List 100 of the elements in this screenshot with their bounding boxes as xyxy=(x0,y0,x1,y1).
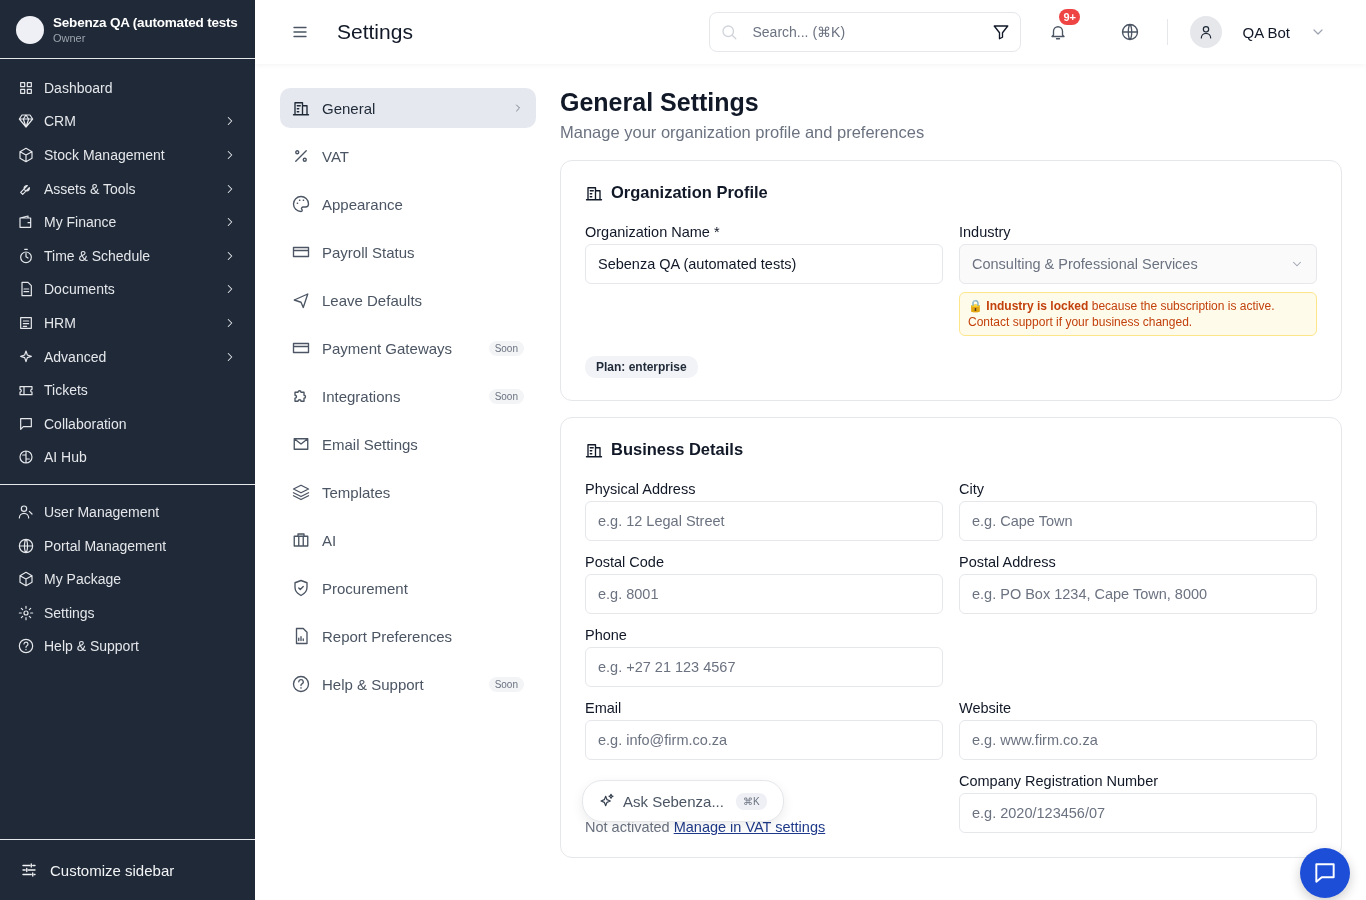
sidebar-item[interactable]: Stock Management xyxy=(12,138,243,172)
plan-badge: Plan: enterprise xyxy=(585,356,698,379)
package-icon xyxy=(18,147,34,163)
settings-nav-item[interactable]: Integrations Soon xyxy=(280,376,536,416)
globe-icon xyxy=(18,537,34,554)
chat-icon xyxy=(1312,860,1338,886)
help-icon xyxy=(18,638,34,655)
input-field[interactable]: e.g. 2020/123456/07 xyxy=(959,793,1317,834)
card-title: Organization Profile xyxy=(611,183,768,202)
sidebar-item[interactable]: CRM xyxy=(12,104,243,139)
field-label: Email xyxy=(585,700,623,717)
soon-badge: Soon xyxy=(488,676,524,692)
settings-nav-item[interactable]: VAT xyxy=(280,136,536,176)
organization-role: Owner xyxy=(53,32,87,44)
sidebar-item[interactable]: Collaboration xyxy=(12,406,243,441)
section-subtitle: Manage your organization profile and preferences xyxy=(560,123,926,142)
settings-nav-item[interactable]: AI xyxy=(280,520,536,560)
settings-nav-item[interactable]: Report Preferences xyxy=(280,616,536,656)
soon-badge: Soon xyxy=(488,340,524,356)
input-field[interactable]: e.g. Cape Town xyxy=(959,501,1317,542)
field-label: Website xyxy=(959,700,1013,717)
percent-icon xyxy=(292,147,310,165)
settings-nav-item[interactable]: Leave Defaults xyxy=(280,280,536,320)
customize-sidebar-button[interactable]: Customize sidebar xyxy=(0,839,255,900)
grid-icon xyxy=(18,79,34,96)
vat-status-text: Not activated Manage in VAT settings xyxy=(585,819,827,836)
user-avatar[interactable] xyxy=(1190,16,1223,48)
keyboard-shortcut: ⌘K xyxy=(735,792,767,810)
field-label: Postal Code xyxy=(585,554,665,571)
organization-name: Sebenza QA (automated tests xyxy=(53,15,238,30)
globe-icon[interactable] xyxy=(1121,23,1140,41)
field-label: City xyxy=(959,481,985,498)
input-field[interactable]: e.g. 12 Legal Street xyxy=(585,501,943,542)
sidebar-item[interactable]: HRM xyxy=(12,306,243,340)
palette-icon xyxy=(292,195,310,213)
avatar xyxy=(16,15,44,44)
sidebar-item[interactable]: AI Hub xyxy=(12,440,243,475)
sidebar-item[interactable]: Help & Support xyxy=(12,629,243,664)
search-icon xyxy=(720,23,739,41)
industry-select: Consulting & Professional Services xyxy=(959,244,1317,284)
document-icon xyxy=(18,281,34,298)
chat-button[interactable] xyxy=(1300,848,1350,898)
input-field[interactable]: e.g. info@firm.co.za xyxy=(585,720,943,761)
chat-icon xyxy=(18,415,34,432)
sidebar-item[interactable]: Settings xyxy=(12,595,243,630)
sparkle-icon xyxy=(599,793,615,809)
sidebar-item[interactable]: User Management xyxy=(12,495,243,529)
user-name[interactable]: QA Bot xyxy=(1242,23,1290,41)
building-icon xyxy=(292,99,310,117)
sidebar-item[interactable]: Documents xyxy=(12,272,243,307)
vat-settings-link[interactable]: Manage in VAT settings xyxy=(673,819,826,836)
plane-icon xyxy=(292,291,310,309)
settings-nav-item[interactable]: General xyxy=(280,88,536,128)
settings-nav-item[interactable]: Payment Gateways Soon xyxy=(280,328,536,368)
briefcase-icon xyxy=(292,531,310,549)
input-field[interactable]: e.g. PO Box 1234, Cape Town, 8000 xyxy=(959,574,1317,615)
input-field[interactable]: e.g. +27 21 123 4567 xyxy=(585,647,943,688)
timer-icon xyxy=(18,247,34,264)
card-title: Business Details xyxy=(611,440,744,460)
field-label: Industry xyxy=(959,224,1012,240)
settings-nav-item[interactable]: Help & Support Soon xyxy=(280,664,536,704)
help-icon xyxy=(292,675,310,693)
mail-icon xyxy=(292,435,310,453)
field-label: Organization Name * xyxy=(585,224,721,240)
settings-icon xyxy=(18,604,34,621)
soon-badge: Soon xyxy=(488,388,524,404)
diamond-icon xyxy=(18,113,34,130)
settings-nav-item[interactable]: Appearance xyxy=(280,184,536,224)
sidebar-item[interactable]: Portal Management xyxy=(12,528,243,563)
sidebar-item[interactable]: My Finance xyxy=(12,205,243,239)
settings-nav-item[interactable]: Email Settings xyxy=(280,424,536,464)
settings-nav-item[interactable]: Templates xyxy=(280,472,536,512)
layers-icon xyxy=(292,483,310,501)
sidebar-item[interactable]: Assets & Tools xyxy=(12,171,243,206)
sidebar-item[interactable]: Dashboard xyxy=(12,71,243,105)
field-label: Postal Address xyxy=(959,554,1057,571)
shield-icon xyxy=(292,579,310,597)
package-icon xyxy=(18,571,34,588)
sparkle-icon xyxy=(18,348,34,365)
sidebar-item[interactable]: Time & Schedule xyxy=(12,238,243,273)
settings-nav-item[interactable]: Procurement xyxy=(280,568,536,608)
user-icon xyxy=(18,503,34,520)
notification-bell-icon[interactable] xyxy=(1049,23,1068,41)
organization-name-input[interactable]: Sebenza QA (automated tests) xyxy=(585,244,943,284)
sidebar-item[interactable]: Tickets xyxy=(12,373,243,407)
settings-nav-item[interactable]: Payroll Status xyxy=(280,232,536,272)
input-field[interactable]: e.g. www.firm.co.za xyxy=(959,720,1317,761)
ask-assistant-button[interactable]: Ask Sebenza... ⌘K xyxy=(582,780,784,822)
filter-icon[interactable] xyxy=(992,23,1011,41)
input-field[interactable]: e.g. 8001 xyxy=(585,574,943,615)
notification-count: 9+ xyxy=(1059,9,1080,25)
section-title: General Settings xyxy=(560,88,760,117)
search-field[interactable]: Search... (⌘K) xyxy=(709,12,1022,52)
field-label: Company Registration Number xyxy=(959,773,1160,790)
wallet-icon xyxy=(18,214,34,231)
sidebar-item[interactable]: Advanced xyxy=(12,339,243,374)
page-title: Settings xyxy=(337,20,413,44)
sidebar-item[interactable]: My Package xyxy=(12,562,243,596)
field-label: Phone xyxy=(585,627,628,644)
field-label: Physical Address xyxy=(585,481,697,498)
